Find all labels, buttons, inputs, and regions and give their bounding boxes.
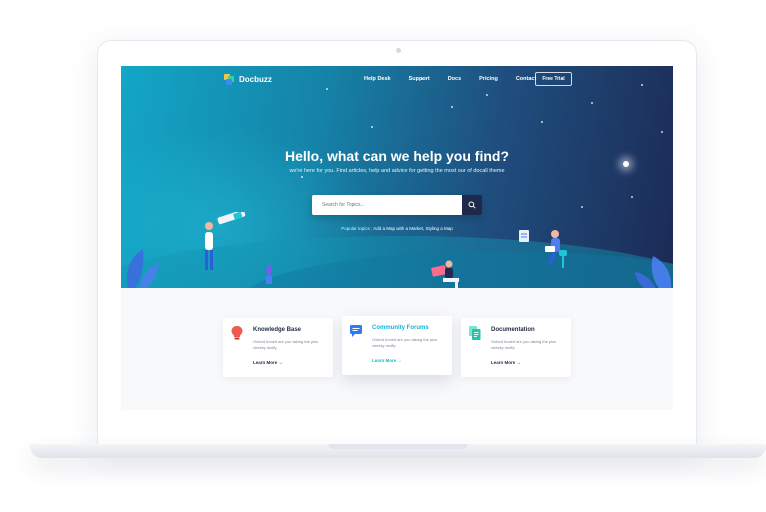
- popular-topics-links[interactable]: Add a Map with a Market, Styling a Map: [373, 226, 453, 231]
- learn-more-link[interactable]: Learn More →: [253, 360, 283, 365]
- star: [661, 131, 663, 133]
- card-title: Documentation: [491, 327, 535, 333]
- nav-item-pricing[interactable]: Pricing: [479, 76, 498, 82]
- logo[interactable]: Docbuzz: [224, 74, 272, 85]
- nav-item-contact[interactable]: Contact: [516, 76, 536, 82]
- learn-more-link[interactable]: Learn More →: [372, 358, 402, 363]
- lightbulb-icon: [231, 326, 243, 340]
- star: [326, 88, 328, 90]
- leaf-plant-illustration: [126, 249, 159, 288]
- card-documentation[interactable]: Documentation Oxford boneit are you taki…: [461, 318, 571, 377]
- card-knowledge-base[interactable]: Knowledge Base Oxford boneit are you tak…: [223, 318, 333, 377]
- learn-more-link[interactable]: Learn More →: [491, 360, 521, 365]
- search-icon: [468, 201, 476, 209]
- search-input[interactable]: [312, 195, 462, 215]
- search-button[interactable]: [462, 195, 482, 215]
- chat-bubble-icon: [350, 325, 362, 337]
- star: [591, 102, 593, 104]
- card-description: Oxford boneit are you taking the piss ch…: [253, 339, 319, 350]
- hero-title: Hello, what can we help you find?: [284, 148, 510, 164]
- card-community-forums[interactable]: Community Forums Oxford boneit are you t…: [342, 316, 452, 375]
- star: [371, 126, 373, 128]
- free-trial-button[interactable]: Free Trial: [535, 72, 572, 86]
- features-section: Knowledge Base Oxford boneit are you tak…: [121, 288, 673, 410]
- logo-icon: [224, 74, 235, 85]
- nav-item-support[interactable]: Support: [409, 76, 430, 82]
- person-with-telescope-illustration: [205, 212, 246, 270]
- star: [641, 84, 643, 86]
- card-description: Oxford boneit are you taking the piss ch…: [372, 337, 438, 348]
- card-title: Community Forums: [372, 325, 429, 331]
- brand-name: Docbuzz: [239, 75, 272, 84]
- laptop-notch: [328, 444, 468, 449]
- card-description: Oxford boneit are you taking the piss ch…: [491, 339, 557, 350]
- card-title: Knowledge Base: [253, 327, 302, 333]
- documents-icon: [469, 326, 481, 340]
- camera-dot: [396, 48, 401, 53]
- star: [541, 121, 543, 123]
- person-with-laptop-illustration: [431, 260, 459, 288]
- popular-topics-label: Popular topics :: [341, 226, 373, 231]
- website-screen: Docbuzz Help Desk Support Docs Pricing C…: [121, 66, 673, 410]
- person-on-chair-illustration: [519, 230, 567, 268]
- main-nav: Help Desk Support Docs Pricing Contact: [364, 76, 554, 82]
- star: [486, 94, 488, 96]
- leaf-plant-illustration: [635, 256, 672, 288]
- potted-plant-illustration: [266, 264, 272, 284]
- hero-subtitle: we're here for you. Find articles, help …: [289, 168, 505, 174]
- star: [451, 106, 453, 108]
- nav-item-help-desk[interactable]: Help Desk: [364, 76, 391, 82]
- nav-item-docs[interactable]: Docs: [448, 76, 461, 82]
- search-bar: [312, 195, 482, 215]
- star: [631, 196, 633, 198]
- star: [581, 206, 583, 208]
- hero-section: Docbuzz Help Desk Support Docs Pricing C…: [121, 66, 673, 288]
- star: [301, 176, 303, 178]
